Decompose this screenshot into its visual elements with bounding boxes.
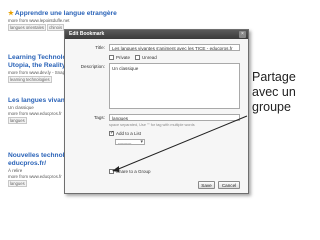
tags-label: Tags: [94,115,105,120]
annotation-line: groupe [252,100,291,114]
unread-label: Unread [142,55,157,60]
annotation-text: Partage avec un groupe [252,70,296,115]
annotation-line: avec un [252,85,296,99]
title-label: Title: [95,45,105,50]
tag[interactable]: langues [8,117,27,124]
title-field[interactable]: Les langues vivantes s'animent avec les … [109,44,240,51]
add-to-list-label: Add to a List [116,131,142,136]
dialog-body: Title: Les langues vivantes s'animent av… [65,39,248,193]
tags-hint: space separated, Use "" for tag with mul… [109,123,195,127]
close-icon[interactable]: × [239,31,246,38]
bookmark-title[interactable]: ★Apprendre une langue etrangère [8,10,117,18]
cancel-button[interactable]: Cancel [218,181,240,189]
tag[interactable]: langues orientales [8,24,46,31]
dialog-title: Edit Bookmark [65,30,248,39]
description-label: Description: [80,64,105,69]
add-to-list-checkbox[interactable] [109,130,114,136]
share-to-group-checkbox[interactable] [109,169,114,174]
private-checkbox[interactable] [109,55,114,60]
unread-checkbox[interactable] [135,55,140,60]
private-label: Private [116,55,131,60]
annotation-line: Partage [252,70,296,84]
tag[interactable]: chinois [47,24,65,31]
edit-bookmark-dialog: Edit Bookmark × Title: Les langues vivan… [64,29,249,194]
tag[interactable]: learning technologies [8,76,52,83]
description-field[interactable]: Un classique [109,63,240,109]
list-item: ★Apprendre une langue etrangère more fro… [8,10,117,31]
save-button[interactable]: Save [198,181,215,189]
list-select[interactable]: ---------- [115,139,145,145]
share-to-group-label: Share to a Group [116,169,151,174]
tags-field[interactable]: langues [109,114,240,121]
star-icon[interactable]: ★ [8,10,14,17]
tag[interactable]: langues [8,180,27,187]
